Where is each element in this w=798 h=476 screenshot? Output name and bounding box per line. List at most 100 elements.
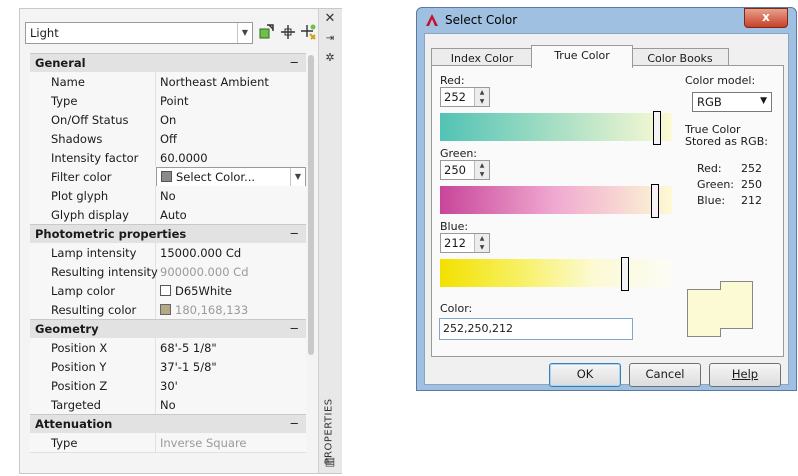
- section-geometry[interactable]: Geometry −: [30, 319, 306, 339]
- color-model-select[interactable]: RGB ▼: [692, 92, 772, 112]
- property-row-filter-color[interactable]: Filter color Select Color... ▼: [30, 167, 306, 187]
- property-value: On: [160, 113, 177, 127]
- property-value: D65White: [175, 284, 232, 298]
- property-row-resulting-color: Resulting color 180,168,133: [30, 300, 306, 320]
- property-row-lamp-color[interactable]: Lamp color D65White: [30, 281, 306, 301]
- property-value: 37'-1 5/8": [160, 360, 217, 374]
- blue-slider[interactable]: [440, 259, 672, 287]
- chevron-down-icon[interactable]: ▼: [290, 168, 305, 186]
- property-label: Lamp color: [51, 284, 115, 298]
- property-row-lamp-intensity[interactable]: Lamp intensity 15000.000 Cd: [30, 243, 306, 263]
- property-row-position-z[interactable]: Position Z 30': [30, 376, 306, 396]
- stored-as-label: True Color Stored as RGB:: [685, 123, 768, 148]
- property-label: Shadows: [51, 132, 103, 146]
- collapse-icon[interactable]: −: [289, 226, 299, 240]
- property-row-onoff[interactable]: On/Off Status On: [30, 110, 306, 130]
- property-label: Resulting color: [51, 303, 137, 317]
- ok-button[interactable]: OK: [549, 363, 621, 387]
- property-row-position-y[interactable]: Position Y 37'-1 5/8": [30, 357, 306, 377]
- select-objects-icon[interactable]: [279, 23, 297, 41]
- property-value: No: [160, 189, 176, 203]
- green-slider[interactable]: [440, 186, 672, 214]
- blue-value: 212: [444, 236, 466, 250]
- chevron-down-icon[interactable]: ▼: [760, 96, 767, 106]
- property-row-shadows[interactable]: Shadows Off: [30, 129, 306, 149]
- stored-green-label: Green:: [697, 178, 735, 191]
- property-label: Resulting intensity: [51, 265, 158, 279]
- quick-select-icon[interactable]: [299, 23, 317, 41]
- blue-slider-marker[interactable]: [621, 257, 629, 291]
- property-row-position-x[interactable]: Position X 68'-5 1/8": [30, 338, 306, 358]
- tab-true-color[interactable]: True Color: [531, 45, 633, 68]
- property-label: Position X: [51, 341, 108, 355]
- help-button[interactable]: Help: [709, 363, 781, 387]
- toggle-pickadd-icon[interactable]: [258, 23, 276, 41]
- property-value: 900000.000 Cd: [160, 265, 249, 279]
- dialog-titlebar[interactable]: Select Color x: [417, 8, 796, 32]
- property-row-plot-glyph[interactable]: Plot glyph No: [30, 186, 306, 206]
- property-value: No: [160, 398, 176, 412]
- property-label: Plot glyph: [51, 189, 109, 203]
- red-label: Red:: [440, 74, 465, 87]
- filter-color-select[interactable]: Select Color... ▼: [156, 167, 306, 187]
- property-row-type[interactable]: Type Point: [30, 91, 306, 111]
- filter-color-value: Select Color...: [176, 170, 256, 184]
- palette-icon[interactable]: ▤: [323, 455, 337, 468]
- collapse-icon[interactable]: −: [289, 416, 299, 430]
- object-type-dropdown[interactable]: Light ▼: [25, 22, 253, 44]
- stored-red-label: Red:: [697, 162, 722, 175]
- section-title: General: [35, 56, 86, 70]
- red-slider[interactable]: [440, 113, 672, 141]
- property-row-attenuation-type[interactable]: Type Inverse Square: [30, 433, 306, 453]
- property-value: 15000.000 Cd: [160, 246, 242, 260]
- property-label: Type: [51, 436, 78, 450]
- section-general[interactable]: General −: [30, 53, 306, 73]
- select-color-dialog: Select Color x Index Color True Color Co…: [416, 7, 797, 391]
- properties-menu-icon[interactable]: ✲: [323, 51, 337, 64]
- color-swatch-icon: [161, 171, 172, 182]
- color-input-value: 252,250,212: [443, 322, 513, 335]
- blue-spinner[interactable]: 212 ▲ ▼: [440, 233, 490, 253]
- property-label: Intensity factor: [51, 151, 139, 165]
- spinner-arrows-icon[interactable]: ▲ ▼: [474, 161, 489, 179]
- auto-hide-icon[interactable]: ⇥: [323, 33, 337, 44]
- property-value: Point: [160, 94, 189, 108]
- red-spinner[interactable]: 252 ▲ ▼: [440, 87, 490, 107]
- green-spinner[interactable]: 250 ▲ ▼: [440, 160, 490, 180]
- property-value: Inverse Square: [160, 436, 247, 450]
- property-row-name[interactable]: Name Northeast Ambient: [30, 72, 306, 92]
- collapse-icon[interactable]: −: [289, 55, 299, 69]
- spinner-arrows-icon[interactable]: ▲ ▼: [474, 88, 489, 106]
- stored-green-value: 250: [741, 178, 762, 191]
- property-label: Position Z: [51, 379, 108, 393]
- section-title: Attenuation: [35, 417, 113, 431]
- properties-panel: Light ▼ General − Name Northeast Ambient…: [20, 9, 318, 473]
- green-slider-marker[interactable]: [651, 184, 659, 218]
- section-attenuation[interactable]: Attenuation −: [30, 414, 306, 434]
- dialog-title: Select Color: [445, 13, 518, 27]
- collapse-icon[interactable]: −: [289, 321, 299, 335]
- green-label: Green:: [440, 147, 478, 160]
- color-swatch-icon: [160, 304, 171, 315]
- properties-palette: Light ▼ General − Name Northeast Ambient…: [19, 8, 342, 474]
- properties-grid: General − Name Northeast Ambient Type Po…: [30, 53, 306, 473]
- property-row-targeted[interactable]: Targeted No: [30, 395, 306, 415]
- scrollbar-thumb[interactable]: [308, 55, 314, 355]
- chevron-down-icon[interactable]: ▼: [237, 23, 252, 43]
- property-value: 68'-5 1/8": [160, 341, 217, 355]
- red-value: 252: [444, 90, 466, 104]
- properties-scrollbar[interactable]: [307, 53, 316, 473]
- section-title: Photometric properties: [35, 227, 187, 241]
- close-icon[interactable]: ✕: [323, 11, 337, 26]
- close-button[interactable]: x: [744, 8, 788, 28]
- property-row-resulting-intensity: Resulting intensity 900000.000 Cd: [30, 262, 306, 282]
- section-photometric[interactable]: Photometric properties −: [30, 224, 306, 244]
- color-model-value: RGB: [697, 95, 722, 109]
- cancel-button[interactable]: Cancel: [629, 363, 701, 387]
- red-slider-marker[interactable]: [653, 111, 661, 145]
- property-row-intensity-factor[interactable]: Intensity factor 60.0000: [30, 148, 306, 168]
- spinner-arrows-icon[interactable]: ▲ ▼: [474, 234, 489, 252]
- property-label: Glyph display: [51, 208, 129, 222]
- color-input[interactable]: 252,250,212: [439, 318, 633, 340]
- property-row-glyph-display[interactable]: Glyph display Auto: [30, 205, 306, 225]
